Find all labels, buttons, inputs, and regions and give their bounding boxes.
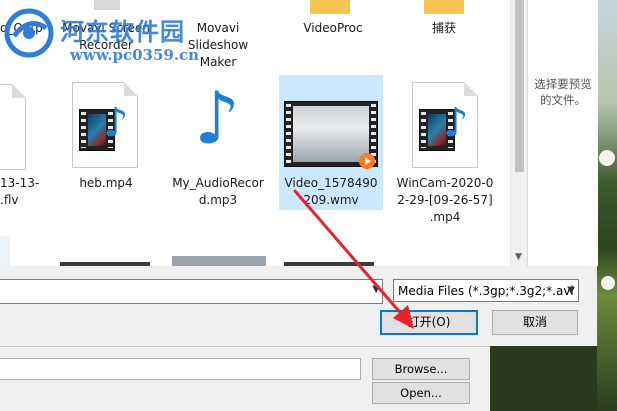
file-label: My_AudioRecor — [172, 176, 264, 190]
file-label: 捕获 — [431, 21, 456, 35]
folder-item[interactable]: VideoProc — [288, 0, 378, 40]
video-file-icon: ♪ — [72, 82, 138, 168]
file-label: d.mp3 — [198, 193, 238, 207]
file-item[interactable]: 13-13- .flv — [0, 76, 46, 207]
vertical-scrollbar[interactable]: ▼ — [510, 0, 528, 266]
scroll-thumb[interactable] — [515, 0, 524, 172]
chevron-down-icon[interactable]: ▼ — [567, 280, 575, 301]
music-note-icon: ♪ — [443, 100, 469, 146]
open-button-back[interactable]: Open... — [372, 382, 470, 404]
file-item-selected[interactable]: Video_1578490 209.wmv — [279, 75, 383, 210]
file-label: WinCam-2020-0 — [396, 176, 494, 190]
folder-icon — [424, 0, 464, 14]
folder-item[interactable]: 捕获 — [406, 0, 482, 40]
file-label: 13-13- — [0, 176, 40, 190]
file-label: Maker — [199, 55, 237, 69]
open-file-dialog: o_Outp Movavi Screen Recorder Movavi Sli… — [0, 0, 598, 346]
document-icon — [0, 84, 26, 170]
media-player-badge-icon — [359, 153, 375, 169]
file-label: Slideshow — [187, 38, 249, 52]
file-label: 2-29-[09-26-57] — [397, 193, 493, 207]
file-label: Movavi Screen — [62, 21, 150, 35]
preview-message-line: 的文件。 — [540, 93, 586, 107]
file-item[interactable]: o_Outp — [0, 0, 58, 40]
file-item[interactable]: ♪ heb.mp4 — [62, 76, 150, 206]
app-icon — [94, 0, 120, 10]
file-item[interactable]: ♪ WinCam-2020-0 2-29-[09-26-57] .mp4 — [394, 76, 496, 226]
scroll-down-icon[interactable]: ▼ — [515, 252, 522, 262]
file-label: .mp4 — [429, 210, 461, 224]
browse-button[interactable]: Browse... — [372, 358, 470, 380]
file-label: heb.mp4 — [79, 176, 133, 190]
file-name-input[interactable]: ▼ — [0, 279, 383, 304]
file-item[interactable]: Movavi Screen Recorder — [60, 0, 152, 56]
file-label: 209.wmv — [303, 193, 359, 207]
flower-decoration — [601, 276, 615, 290]
file-label: Movavi — [196, 21, 240, 35]
cancel-button[interactable]: 取消 — [492, 310, 578, 335]
file-item-partial[interactable] — [60, 262, 150, 266]
music-note-icon: ♪ — [103, 100, 129, 146]
file-label: o_Outp — [0, 21, 43, 35]
file-item[interactable]: ♪ My_AudioRecor d.mp3 — [170, 76, 266, 207]
file-label: Video_1578490 — [284, 176, 378, 190]
chevron-down-icon[interactable]: ▼ — [372, 284, 380, 295]
folder-icon — [310, 0, 350, 14]
file-label: Recorder — [79, 38, 133, 52]
preview-message-line: 选择要预览 — [534, 77, 592, 91]
file-type-select[interactable]: Media Files (*.3gp;*.3g2;*.avi ▼ — [393, 279, 579, 302]
preview-message: 选择要预览 的文件。 — [532, 76, 594, 108]
music-note-icon: ♪ — [194, 76, 240, 160]
file-item[interactable]: Movavi Slideshow Maker — [178, 0, 258, 72]
background-window: Browse... Open... — [0, 346, 490, 411]
open-button[interactable]: 打开(O) — [380, 310, 478, 335]
file-item-partial[interactable] — [172, 256, 266, 266]
file-label: .flv — [0, 193, 19, 207]
preview-pane: 选择要预览 的文件。 — [527, 0, 598, 266]
path-input[interactable] — [0, 358, 361, 380]
video-file-icon: ♪ — [412, 82, 478, 168]
file-list[interactable]: o_Outp Movavi Screen Recorder Movavi Sli… — [0, 0, 510, 266]
file-type-selected: Media Files (*.3gp;*.3g2;*.avi — [398, 284, 574, 298]
file-label: VideoProc — [303, 21, 363, 35]
file-item-partial[interactable] — [0, 236, 10, 266]
flower-decoration — [599, 150, 615, 166]
desktop-background — [597, 0, 617, 410]
file-item-partial[interactable] — [284, 262, 374, 266]
